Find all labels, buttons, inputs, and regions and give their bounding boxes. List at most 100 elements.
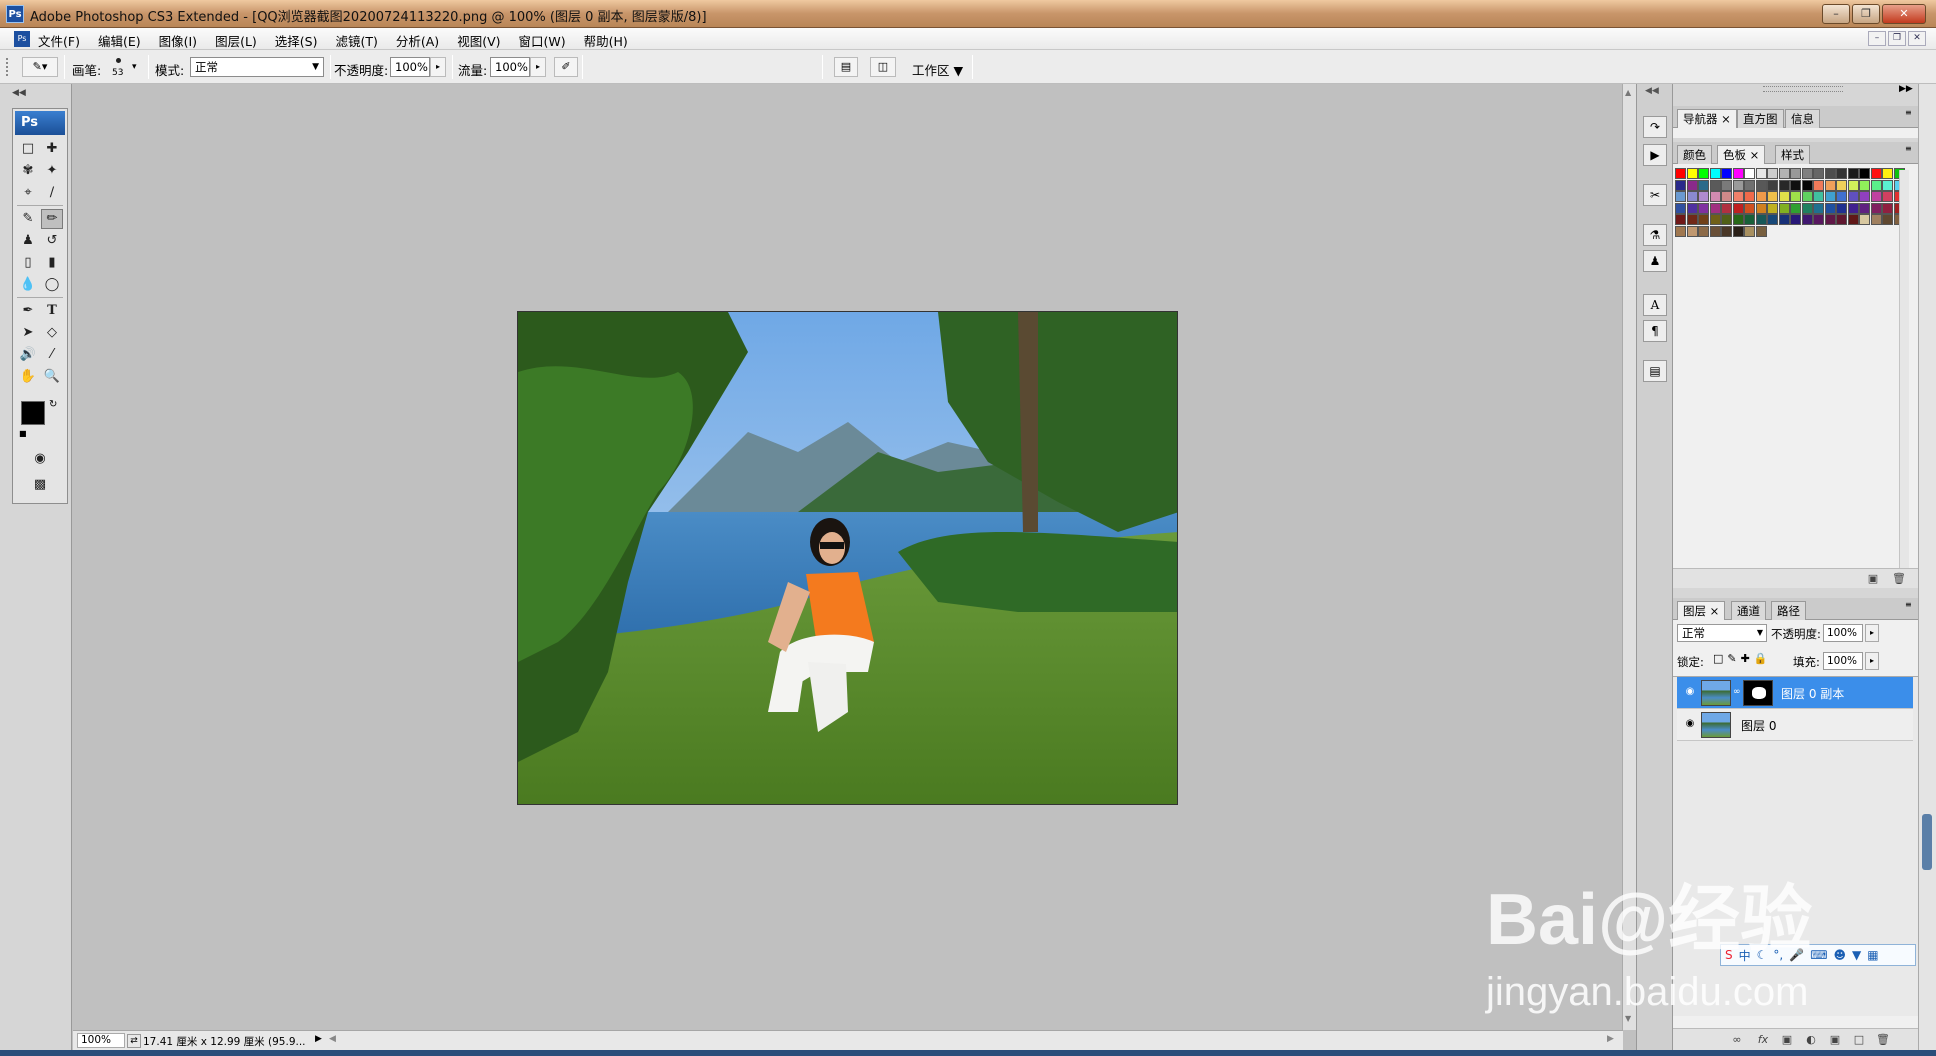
swatch[interactable] [1813,191,1824,202]
swatch[interactable] [1698,214,1709,225]
move-tool-icon[interactable]: ✚ [41,139,63,159]
minimize-icon[interactable]: – [1822,4,1850,24]
tool-presets-panel-icon[interactable]: ✂ [1643,184,1667,206]
swatch[interactable] [1778,191,1790,202]
link-layers-icon[interactable]: ∞ [1727,1031,1747,1049]
swatch[interactable] [1686,191,1698,202]
swatch[interactable] [1721,225,1732,237]
swatch[interactable] [1790,179,1801,191]
status-options-icon[interactable]: ⇄ [127,1034,141,1048]
blur-tool-icon[interactable]: 💧 [17,275,39,295]
swatch[interactable] [1882,191,1893,202]
doc-minimize-icon[interactable]: – [1868,31,1886,46]
swatch[interactable] [1836,191,1847,202]
new-group-icon[interactable]: ▣ [1825,1031,1845,1049]
swatch[interactable] [1801,202,1813,214]
notes-tool-icon[interactable]: 🔊 [17,345,39,365]
close-icon[interactable]: × [1721,112,1731,126]
swatch[interactable] [1721,202,1732,214]
swatch[interactable] [1790,202,1801,214]
fill-input[interactable]: 100% [1823,652,1863,670]
tab-navigator[interactable]: 导航器 × [1677,109,1737,128]
swatch[interactable] [1675,202,1686,214]
swatch[interactable] [1744,202,1755,214]
swatch[interactable] [1686,168,1698,179]
swatch[interactable] [1813,202,1824,214]
swatch[interactable] [1732,179,1744,191]
adjustment-layer-icon[interactable]: ◐ [1801,1031,1821,1049]
swatch[interactable] [1801,214,1813,225]
swatch[interactable] [1755,191,1767,202]
swatch[interactable] [1755,179,1767,191]
tab-histogram[interactable]: 直方图 [1737,109,1784,128]
swatch[interactable] [1721,191,1732,202]
magic-wand-tool-icon[interactable]: ✦ [41,161,63,181]
swatch[interactable] [1778,179,1790,191]
type-tool-icon[interactable]: T [41,301,63,321]
brushes-panel-icon[interactable]: ⚗ [1643,224,1667,246]
lasso-tool-icon[interactable]: ✾ [17,161,39,181]
swatch[interactable] [1859,202,1870,214]
panel-menu-icon[interactable]: ≡ [1905,144,1912,153]
swatch[interactable] [1824,179,1836,191]
scroll-down-icon[interactable]: ▼ [1625,1014,1631,1023]
menu-item-5[interactable]: 滤镜(T) [333,31,379,50]
swatch[interactable] [1686,225,1698,237]
menu-item-7[interactable]: 视图(V) [455,31,502,50]
swatch[interactable] [1882,179,1893,191]
add-mask-icon[interactable]: ▣ [1777,1031,1797,1049]
swatch[interactable] [1744,214,1755,225]
swatch[interactable] [1721,179,1732,191]
character-panel-icon[interactable]: A [1643,294,1667,316]
history-panel-icon[interactable]: ↷ [1643,116,1667,138]
swatch[interactable] [1744,179,1755,191]
swatch[interactable] [1698,179,1709,191]
opacity-slider-arrow-icon[interactable]: ▸ [1865,624,1879,642]
opacity-input[interactable]: 100% [390,57,430,77]
swatch[interactable] [1824,202,1836,214]
swatch[interactable] [1755,202,1767,214]
menu-item-3[interactable]: 图层(L) [213,31,259,50]
swatch[interactable] [1847,214,1859,225]
shirt-icon[interactable]: ▼ [1852,948,1861,962]
layer-row[interactable]: ◉ 图层 0 [1677,709,1913,741]
gradient-tool-icon[interactable]: ▮ [41,253,63,273]
swatch[interactable] [1870,202,1882,214]
swatch[interactable] [1882,168,1893,179]
tab-paths[interactable]: 路径 [1771,601,1806,620]
flow-slider-arrow-icon[interactable]: ▸ [530,57,546,77]
swatch[interactable] [1824,168,1836,179]
panel-grip[interactable] [1763,86,1843,92]
collapse-toolbox-icon[interactable]: ◀◀ [12,88,26,98]
layer-opacity-input[interactable]: 100% [1823,624,1863,642]
swatch[interactable] [1801,179,1813,191]
tab-layers[interactable]: 图层 × [1677,601,1726,620]
airbrush-icon[interactable]: ✐ [554,57,578,77]
workspace-menu[interactable]: 工作区 ▼ [912,60,963,79]
marquee-tool-icon[interactable]: □ [17,139,39,159]
swatch[interactable] [1847,179,1859,191]
swatch[interactable] [1698,202,1709,214]
swatch[interactable] [1767,168,1778,179]
swatch[interactable] [1859,191,1870,202]
swatch[interactable] [1709,202,1721,214]
swatch[interactable] [1813,214,1824,225]
swatch[interactable] [1732,214,1744,225]
doc-restore-icon[interactable]: ❐ [1888,31,1906,46]
scroll-thumb[interactable] [1922,814,1932,870]
screen-mode-icon[interactable]: ▩ [29,475,51,495]
swatch[interactable] [1721,168,1732,179]
swatch[interactable] [1767,191,1778,202]
crop-tool-icon[interactable]: ⌖ [17,183,39,203]
swatch[interactable] [1870,168,1882,179]
swatch[interactable] [1836,179,1847,191]
panel-menu-icon[interactable]: ≡ [1905,600,1912,609]
swatch[interactable] [1744,191,1755,202]
swatch[interactable] [1686,179,1698,191]
swatch[interactable] [1675,214,1686,225]
swatch[interactable] [1813,168,1824,179]
layer-comps-panel-icon[interactable]: ▤ [1643,360,1667,382]
swatch[interactable] [1870,214,1882,225]
menu-item-6[interactable]: 分析(A) [394,31,441,50]
user-icon[interactable]: ☻ [1834,948,1847,962]
